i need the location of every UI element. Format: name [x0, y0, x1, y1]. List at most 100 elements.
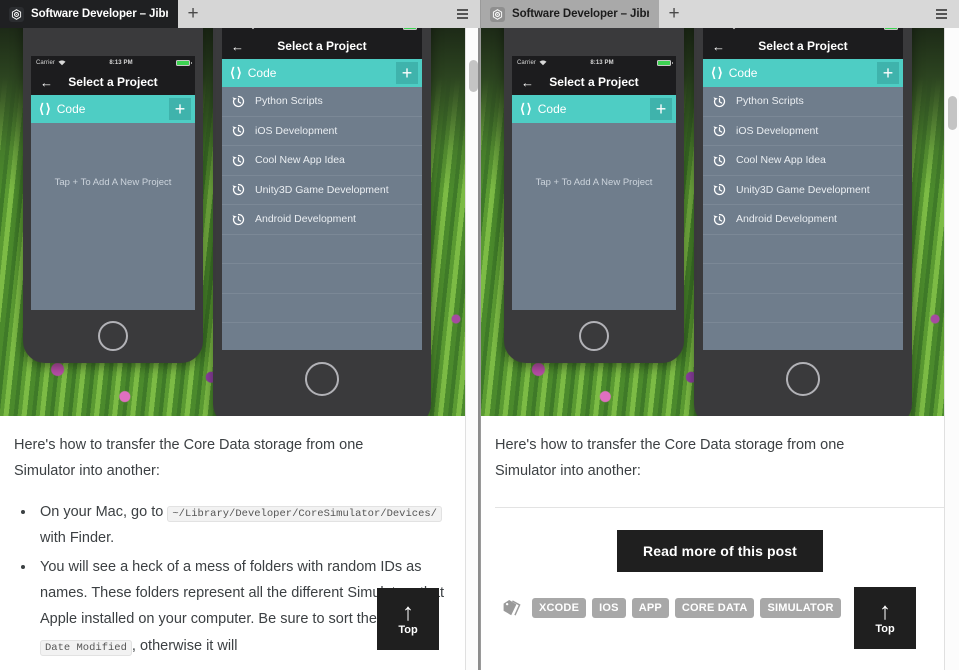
phone-screen-empty: Carrier 8:13 PM ← Select a Project ⟨ ⟩ C…	[512, 56, 676, 310]
arrow-left-icon[interactable]: ←	[712, 40, 725, 53]
add-project-button[interactable]: +	[169, 98, 191, 120]
arrow-left-icon[interactable]: ←	[521, 76, 534, 89]
status-time: 8:13 PM	[109, 59, 133, 66]
list-item[interactable]: iOS Development	[222, 117, 422, 146]
history-clock-icon	[713, 213, 726, 225]
tag-chip[interactable]: IOS	[592, 597, 626, 618]
list-item[interactable]: Cool New App Idea	[703, 146, 903, 176]
arrow-left-icon[interactable]: ←	[40, 76, 53, 89]
project-header-code[interactable]: ⟨ ⟩ Code +	[703, 59, 903, 87]
phone-navbar-title: Select a Project	[758, 39, 848, 53]
tab-strip-right: Software Developer – Jibra +	[481, 0, 959, 28]
page-viewport-right: Carrier 8:13 PM	[481, 28, 959, 670]
wifi-icon	[539, 60, 547, 66]
project-header-label: Code	[537, 102, 567, 116]
browser-window-pair: Software Developer – Jibra + ← Select a …	[0, 0, 959, 670]
page-viewport-left: Carrier 8:13 PM	[0, 28, 480, 670]
read-more-button[interactable]: Read more of this post	[617, 529, 823, 572]
project-header-code[interactable]: ⟨ ⟩ Code +	[222, 59, 422, 87]
list-item-label: iOS Development	[255, 124, 338, 137]
tag-chip[interactable]: SIMULATOR	[760, 597, 841, 618]
list-item	[222, 235, 422, 264]
list-item[interactable]: Unity3D Game Development	[703, 176, 903, 205]
read-more-wrapper: Read more of this post	[495, 508, 945, 572]
browser-window-left: Software Developer – Jibra + ← Select a …	[0, 0, 480, 670]
list-item[interactable]: iOS Development	[703, 117, 903, 146]
list-item	[222, 264, 422, 294]
list-item[interactable]: Android Development	[703, 205, 903, 235]
list-item[interactable]: Python Scripts	[222, 87, 422, 117]
vertical-scrollbar-right[interactable]	[944, 28, 959, 670]
battery-full-icon	[884, 28, 898, 30]
list-item	[703, 235, 903, 264]
scroll-to-top-label: Top	[875, 622, 895, 635]
arrow-left-icon[interactable]: ←	[231, 40, 244, 53]
tab-strip-empty-space	[208, 0, 450, 28]
new-tab-button[interactable]: +	[178, 0, 208, 28]
code-brackets-icon: ⟨ ⟩	[520, 101, 532, 116]
list-item[interactable]: Unity3D Game Development	[222, 176, 422, 205]
carrier-label: Carrier	[227, 28, 246, 30]
battery-full-icon	[657, 59, 673, 66]
project-header-code[interactable]: ⟨ ⟩ Code +	[512, 95, 676, 123]
app-logo-icon	[490, 6, 505, 22]
list-item[interactable]: Android Development	[222, 205, 422, 235]
code-brackets-icon: ⟨ ⟩	[711, 65, 723, 80]
list-item	[703, 294, 903, 323]
tag-chip[interactable]: CORE DATA	[674, 597, 755, 618]
history-clock-icon	[232, 125, 245, 137]
tab-title: Software Developer – Jibra	[31, 8, 168, 20]
tag-chip[interactable]: APP	[631, 597, 669, 618]
hamburger-menu-icon[interactable]	[929, 0, 959, 28]
scroll-to-top-button[interactable]: ↑ Top	[377, 588, 439, 650]
carrier-label: Carrier	[36, 59, 56, 66]
wifi-icon	[251, 28, 255, 30]
project-header-code[interactable]: ⟨ ⟩ Code +	[31, 95, 195, 123]
list-item-label: Android Development	[255, 213, 356, 226]
list-item: On your Mac, go to ~/Library/Developer/C…	[36, 499, 466, 552]
add-project-button[interactable]: +	[877, 62, 899, 84]
phone-home-button	[786, 362, 820, 396]
list-item-label: Unity3D Game Development	[255, 183, 389, 196]
add-project-button[interactable]: +	[396, 62, 418, 84]
list-item[interactable]: Cool New App Idea	[222, 146, 422, 176]
tab-strip-empty-space	[689, 0, 929, 28]
app-logo-icon	[9, 6, 24, 22]
add-project-button[interactable]: +	[650, 98, 672, 120]
list-item-label: Android Development	[736, 213, 837, 226]
phone-screen-projects: Carrier 8:13 PM	[222, 28, 422, 350]
phone-screen-empty: Carrier 8:13 PM ← Select a Project ⟨ ⟩ C…	[31, 56, 195, 310]
wifi-icon	[732, 28, 736, 30]
tab-software-developer-jibra[interactable]: Software Developer – Jibra	[481, 0, 659, 28]
phone-mockup-empty: Carrier 8:13 PM ← Select a Project ⟨ ⟩ C…	[504, 28, 684, 363]
list-item[interactable]: Python Scripts	[703, 87, 903, 117]
tab-title: Software Developer – Jibra	[512, 8, 649, 20]
new-tab-button[interactable]: +	[659, 0, 689, 28]
phone-navbar: ← Select a Project	[703, 33, 903, 59]
hamburger-menu-icon[interactable]	[450, 0, 480, 28]
history-clock-icon	[713, 95, 726, 107]
scroll-to-top-button[interactable]: ↑ Top	[854, 587, 916, 649]
arrow-up-icon: ↑	[402, 598, 414, 626]
phone-home-button	[305, 362, 339, 396]
carrier-label: Carrier	[708, 28, 727, 30]
list-item-label: Python Scripts	[736, 95, 804, 108]
scrollbar-thumb[interactable]	[948, 96, 957, 130]
phone-home-button	[579, 321, 609, 351]
project-list: Python Scripts iOS Development Cool New …	[703, 87, 903, 350]
empty-state-hint: Tap + To Add A New Project	[535, 177, 653, 188]
status-carrier-group: Carrier	[227, 28, 257, 30]
status-time: 8:13 PM	[590, 59, 614, 66]
tab-strip-left: Software Developer – Jibra +	[0, 0, 480, 28]
list-item	[703, 264, 903, 294]
list-item-label: Cool New App Idea	[255, 154, 345, 167]
tag-chip[interactable]: XCODE	[532, 597, 587, 618]
scrollbar-thumb[interactable]	[469, 60, 478, 92]
project-header-label: Code	[56, 102, 86, 116]
phone-screen-projects: Carrier 8:13 PM	[703, 28, 903, 350]
phone-mockup-with-projects: Carrier 8:13 PM	[694, 28, 912, 416]
phone-navbar-title: Select a Project	[68, 75, 158, 89]
tab-software-developer-jibra[interactable]: Software Developer – Jibra	[0, 0, 178, 28]
battery-full-icon	[403, 28, 417, 30]
arrow-up-icon: ↑	[879, 597, 891, 625]
